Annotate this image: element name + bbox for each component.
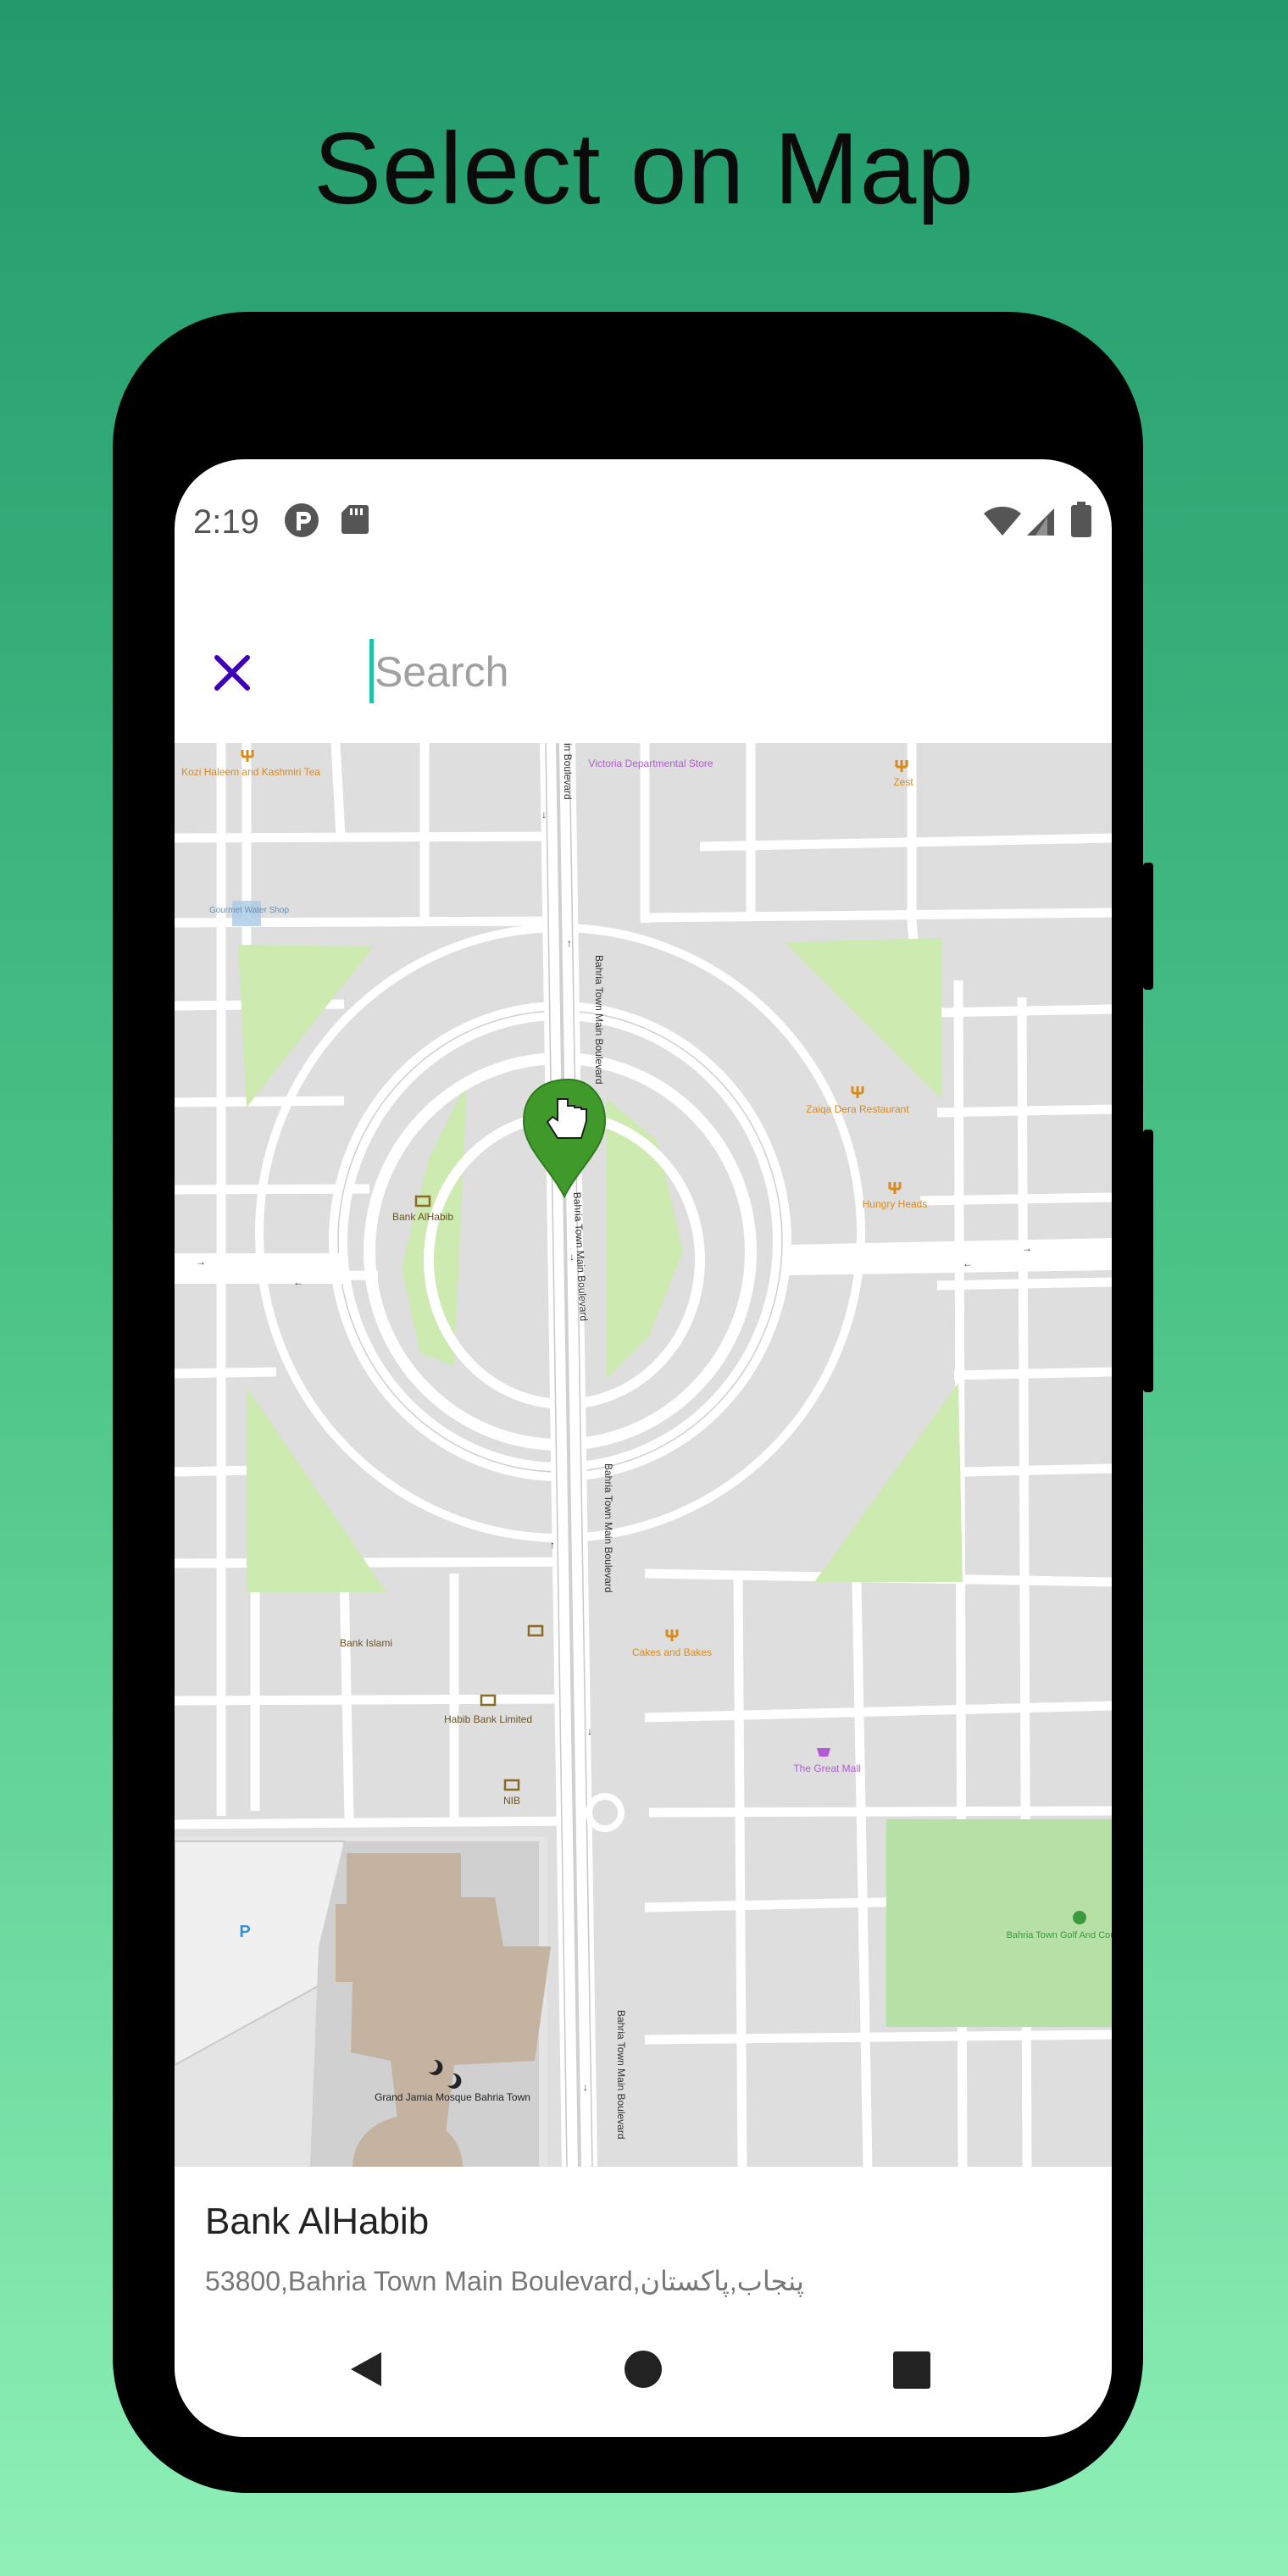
svg-text:↑: ↑: [567, 937, 572, 949]
battery-icon: [1071, 502, 1091, 541]
sd-card-icon: [341, 503, 369, 540]
search-bar: [175, 603, 1112, 743]
phone-side-button: [1143, 1130, 1153, 1392]
place-address: 53800,Bahria Town Main Boulevard,پنجاب,پ…: [205, 2266, 804, 2296]
text-cursor: [369, 639, 374, 703]
poi-label: Kozi Haleem and Kashmiri Tea: [181, 766, 320, 778]
poi-label: Grand Jamia Mosque Bahria Town: [375, 2091, 530, 2103]
app-notification-icon: [283, 502, 320, 543]
poi-label: P: [239, 1923, 250, 1941]
poi-label: Bank Islami: [340, 1637, 392, 1649]
home-icon[interactable]: [624, 2349, 663, 2394]
poi-label: The Great Mall: [793, 1763, 860, 1774]
road-label: Bahria Town Main Boulevard: [602, 1463, 614, 1593]
svg-text:↓: ↓: [541, 808, 547, 820]
page-headline: Select on Map: [313, 112, 975, 225]
svg-text:↓: ↓: [569, 1251, 575, 1263]
road-label: Bahria Town Main Boulevard: [615, 2010, 627, 2140]
place-title: Bank AlHabib: [205, 2201, 430, 2242]
poi-label: Zaiqa Dera Restaurant: [806, 1103, 909, 1115]
map-view[interactable]: in Boulevard Bahria Town Main Boulevard …: [175, 743, 1112, 2167]
road-label: in Boulevard: [562, 743, 574, 800]
poi-label: Habib Bank Limited: [444, 1713, 532, 1725]
phone-screen: 2:19 Search in Boulevard Bahria Town Mai…: [175, 459, 1112, 2437]
poi-label: NIB: [503, 1795, 520, 1807]
wifi-icon: [983, 506, 1022, 541]
status-bar: 2:19: [175, 459, 1112, 578]
poi-label: Cakes and Bakes: [632, 1646, 712, 1658]
phone-side-button: [1143, 863, 1153, 990]
svg-text:↓: ↓: [587, 1725, 592, 1737]
poi-label: Bahria Town Golf And Country Club: [1007, 1930, 1112, 1940]
back-icon[interactable]: [347, 2349, 385, 2394]
road-label: Bahria Town Main Boulevard: [593, 955, 605, 1085]
search-input[interactable]: [369, 636, 1086, 708]
status-time: 2:19: [193, 503, 259, 541]
svg-text:←: ←: [293, 1276, 303, 1288]
poi-label: Bank AlHabib: [392, 1211, 453, 1223]
svg-text:↓: ↓: [583, 2081, 588, 2093]
poi-label: Gourmet Water Shop: [209, 906, 290, 915]
poi-label: Hungry Heads: [863, 1198, 928, 1210]
poi-label: Zest: [893, 776, 913, 788]
recents-icon[interactable]: [893, 2351, 930, 2393]
map-canvas[interactable]: in Boulevard Bahria Town Main Boulevard …: [175, 743, 1112, 2167]
close-icon[interactable]: [207, 647, 258, 698]
selected-place-panel: Bank AlHabib 53800,Bahria Town Main Boul…: [175, 2167, 1112, 2319]
svg-text:→: →: [1022, 1242, 1032, 1254]
poi-label: Victoria Departmental Store: [588, 758, 713, 769]
cellular-signal-icon: [1025, 507, 1056, 541]
navigation-bar: [175, 2319, 1112, 2437]
svg-text:←: ←: [963, 1257, 973, 1269]
svg-text:→: →: [196, 1256, 206, 1268]
svg-text:↑: ↑: [550, 1539, 555, 1551]
